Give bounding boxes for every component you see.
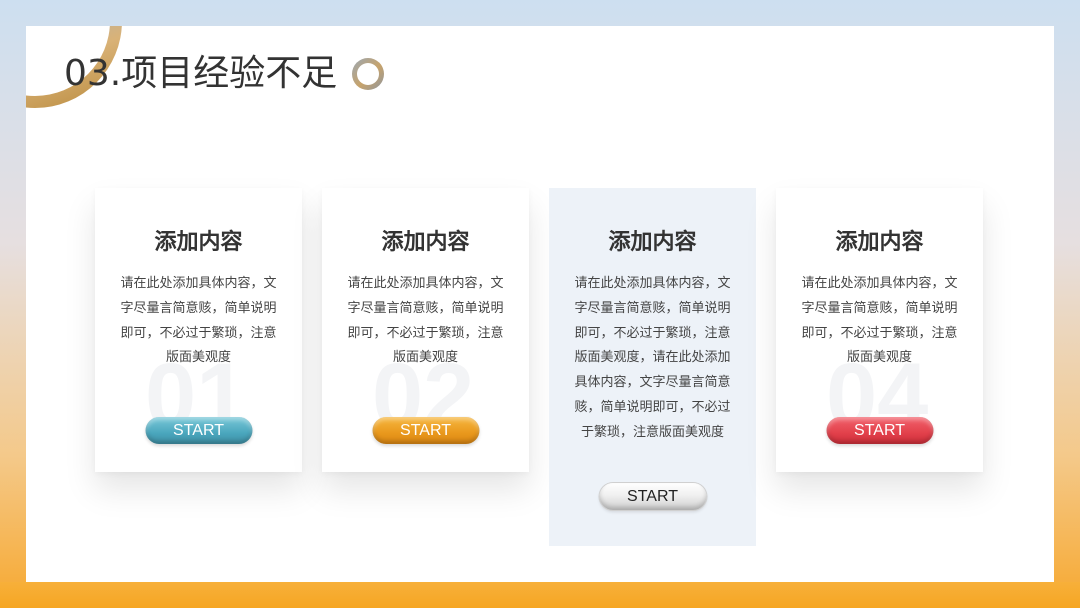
card-title: 添加内容: [154, 230, 243, 255]
start-button[interactable]: START: [372, 417, 479, 444]
bottom-accent-bar: [0, 582, 1080, 608]
page-title: 03.项目经验不足: [64, 53, 338, 94]
card-body-text: 请在此处添加具体内容，文字尽量言简意赅，简单说明即可，不必过于繁琐，注意版面美观…: [120, 276, 277, 366]
card-title: 添加内容: [608, 230, 697, 255]
card-body-text: 请在此处添加具体内容，文字尽量言简意赅，简单说明即可，不必过于繁琐，注意版面美观…: [801, 276, 958, 366]
content-card-3: 添加内容 请在此处添加具体内容，文字尽量言简意赅，简单说明即可，不必过于繁琐，注…: [549, 188, 756, 546]
card-title: 添加内容: [381, 230, 470, 255]
content-card-1: 01 添加内容 请在此处添加具体内容，文字尽量言简意赅，简单说明即可，不必过于繁…: [95, 188, 302, 472]
start-button[interactable]: START: [826, 417, 933, 444]
card-body-text: 请在此处添加具体内容，文字尽量言简意赅，简单说明即可，不必过于繁琐，注意版面美观…: [574, 276, 731, 440]
card-body-text: 请在此处添加具体内容，文字尽量言简意赅，简单说明即可，不必过于繁琐，注意版面美观…: [347, 276, 504, 366]
slide: 03.项目经验不足 01 添加内容 请在此处添加具体内容，文字尽量言简意赅，简单…: [26, 26, 1054, 582]
card-title: 添加内容: [835, 230, 924, 255]
start-button[interactable]: START: [599, 483, 706, 510]
content-card-2: 02 添加内容 请在此处添加具体内容，文字尽量言简意赅，简单说明即可，不必过于繁…: [322, 188, 529, 472]
start-button[interactable]: START: [145, 417, 252, 444]
content-card-4: 04 添加内容 请在此处添加具体内容，文字尽量言简意赅，简单说明即可，不必过于繁…: [776, 188, 983, 472]
ring-icon: [352, 58, 384, 90]
